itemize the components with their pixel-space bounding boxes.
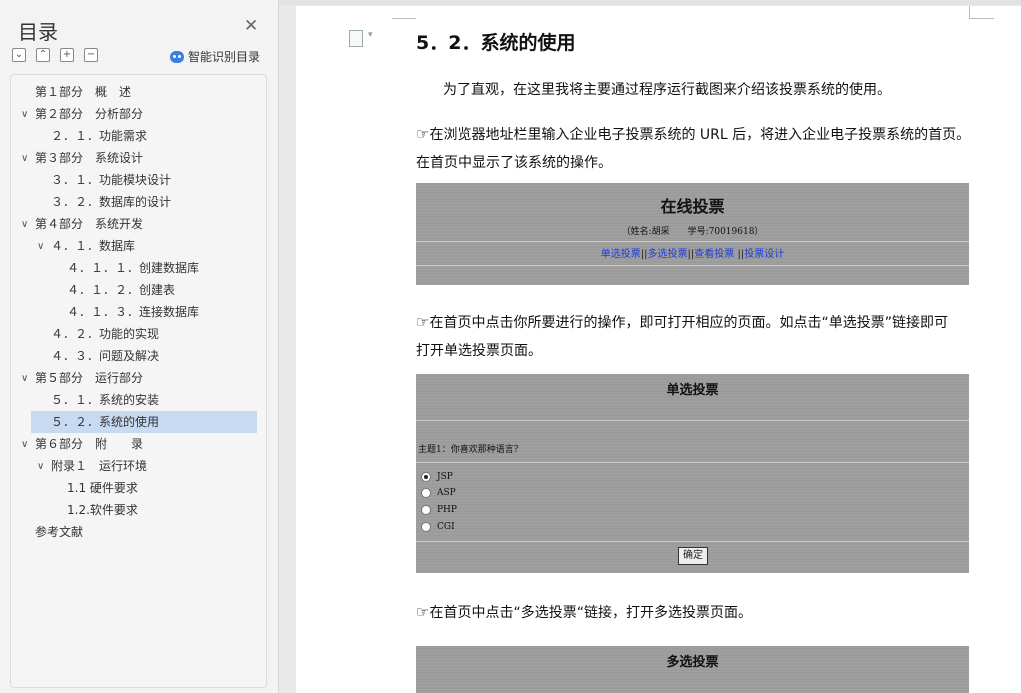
vote-topic: 主题1：你喜欢那种语言？ bbox=[418, 445, 523, 455]
smart-toc-label: 智能识别目录 bbox=[188, 50, 261, 64]
toc-item[interactable]: ４．２．功能的实现 bbox=[51, 323, 159, 345]
hand-pointer-icon: ☞ bbox=[416, 603, 430, 621]
paragraph: 在首页中显示了该系统的操作。 bbox=[416, 155, 612, 171]
paragraph: 打开单选投票页面。 bbox=[416, 343, 542, 359]
toc-item[interactable]: 1.1 硬件要求 bbox=[67, 477, 138, 499]
link-multi-vote[interactable]: 多选投票 bbox=[648, 249, 688, 260]
toc-item[interactable]: 第４部分 系统开发 bbox=[35, 213, 143, 235]
smart-toc-button[interactable]: 智能识别目录 bbox=[170, 48, 260, 65]
chevron-down-icon[interactable]: ∨ bbox=[37, 241, 44, 252]
expand-all-icon[interactable]: ⌄ bbox=[12, 48, 26, 62]
chevron-down-icon[interactable]: ∨ bbox=[21, 109, 28, 120]
shot-links: 单选投票||多选投票||查看投票 ||投票设计 bbox=[416, 245, 969, 260]
confirm-button[interactable]: 确定 bbox=[678, 547, 708, 565]
shot-title: 在线投票 bbox=[660, 197, 725, 216]
divider bbox=[416, 462, 969, 463]
chevron-down-icon[interactable]: ∨ bbox=[21, 153, 28, 164]
toc-item[interactable]: ４．３．问题及解决 bbox=[51, 345, 159, 367]
toc-item[interactable]: ４．１．２．创建表 bbox=[67, 279, 175, 301]
link-view-vote[interactable]: 查看投票 bbox=[694, 249, 734, 260]
shot-title: 单选投票 bbox=[666, 383, 719, 398]
shot-subtitle: （姓名:胡采 学号:70019618） bbox=[621, 227, 764, 237]
toc-item[interactable]: 第２部分 分析部分 bbox=[35, 103, 143, 125]
chevron-down-icon[interactable]: ∨ bbox=[37, 461, 44, 472]
toc-item[interactable]: ５．１．系统的安装 bbox=[51, 389, 159, 411]
toc-item-selected[interactable]: ５．２．系统的使用 bbox=[31, 411, 257, 433]
toc-item[interactable]: 1.2.软件要求 bbox=[67, 499, 138, 521]
toc-sidebar: 目录 ✕ ⌄ ⌃ + − 智能识别目录 第１部分 概 述 ∨ 第２部分 分析部分… bbox=[0, 0, 279, 693]
chevron-down-icon[interactable]: ∨ bbox=[21, 439, 28, 450]
collapse-all-icon[interactable]: ⌃ bbox=[36, 48, 50, 62]
paragraph: ☞在浏览器地址栏里输入企业电子投票系统的 URL 后，将进入企业电子投票系统的首… bbox=[416, 125, 971, 143]
divider bbox=[416, 241, 969, 242]
radio-option[interactable]: JSP bbox=[421, 472, 453, 482]
toc-item[interactable]: ３．１．功能模块设计 bbox=[51, 169, 171, 191]
toc-item[interactable]: ４．１．１．创建数据库 bbox=[67, 257, 199, 279]
robot-icon bbox=[170, 50, 184, 63]
minus-icon[interactable]: − bbox=[84, 48, 98, 62]
toc-item[interactable]: 第５部分 运行部分 bbox=[35, 367, 143, 389]
hand-pointer-icon: ☞ bbox=[416, 313, 430, 331]
radio-option[interactable]: PHP bbox=[421, 505, 457, 515]
margin-mark bbox=[969, 6, 994, 19]
toc-list: 第１部分 概 述 ∨ 第２部分 分析部分 ２．１．功能需求 ∨ 第３部分 系统设… bbox=[10, 74, 267, 688]
margin-mark bbox=[392, 6, 416, 19]
link-single-vote[interactable]: 单选投票 bbox=[601, 249, 641, 260]
chevron-down-icon[interactable]: ∨ bbox=[21, 373, 28, 384]
paragraph: ☞在首页中点击“多选投票“链接，打开多选投票页面。 bbox=[416, 603, 752, 621]
toc-item[interactable]: ２．１．功能需求 bbox=[51, 125, 147, 147]
paragraph-icon[interactable] bbox=[349, 30, 363, 47]
toc-item[interactable]: 第１部分 概 述 bbox=[35, 81, 131, 103]
separator: || bbox=[640, 249, 648, 260]
link-vote-design[interactable]: 投票设计 bbox=[744, 249, 784, 260]
document-page bbox=[296, 6, 1021, 693]
toc-item[interactable]: 第３部分 系统设计 bbox=[35, 147, 143, 169]
shot-title: 多选投票 bbox=[666, 655, 719, 670]
divider bbox=[416, 265, 969, 266]
hand-pointer-icon: ☞ bbox=[416, 125, 430, 143]
chevron-down-icon[interactable]: ▾ bbox=[368, 30, 373, 40]
screenshot-multi-vote: 多选投票 bbox=[416, 646, 969, 693]
divider bbox=[416, 541, 969, 542]
divider bbox=[416, 420, 969, 421]
top-strip bbox=[279, 0, 1021, 5]
toc-item[interactable]: 第６部分 附 录 bbox=[35, 433, 143, 455]
chevron-down-icon[interactable]: ∨ bbox=[21, 219, 28, 230]
toc-item[interactable]: ４．１．数据库 bbox=[51, 235, 135, 257]
toc-title: 目录 bbox=[18, 20, 58, 44]
toc-item[interactable]: 附录１ 运行环境 bbox=[51, 455, 147, 477]
section-heading: 5．2．系统的使用 bbox=[416, 32, 576, 54]
screenshot-home: 在线投票 （姓名:胡采 学号:70019618） 单选投票||多选投票||查看投… bbox=[416, 183, 969, 285]
screenshot-single-vote: 单选投票 主题1：你喜欢那种语言？ JSP ASP PHP CGI 确定 bbox=[416, 374, 969, 573]
close-icon[interactable]: ✕ bbox=[244, 16, 258, 36]
plus-icon[interactable]: + bbox=[60, 48, 74, 62]
radio-button[interactable] bbox=[421, 522, 431, 532]
radio-button[interactable] bbox=[421, 488, 431, 498]
paragraph: ☞在首页中点击你所要进行的操作，即可打开相应的页面。如点击“单选投票”链接即可 bbox=[416, 313, 948, 331]
toc-toolbar: ⌄ ⌃ + − bbox=[12, 48, 98, 62]
radio-button[interactable] bbox=[421, 472, 431, 482]
toc-item[interactable]: ３．２．数据库的设计 bbox=[51, 191, 171, 213]
toc-item[interactable]: 参考文献 bbox=[35, 521, 83, 543]
toc-item[interactable]: ４．１．３．连接数据库 bbox=[67, 301, 199, 323]
radio-button[interactable] bbox=[421, 505, 431, 515]
radio-option[interactable]: CGI bbox=[421, 522, 455, 532]
paragraph: 为了直观，在这里我将主要通过程序运行截图来介绍该投票系统的使用。 bbox=[443, 82, 891, 98]
radio-option[interactable]: ASP bbox=[421, 488, 456, 498]
